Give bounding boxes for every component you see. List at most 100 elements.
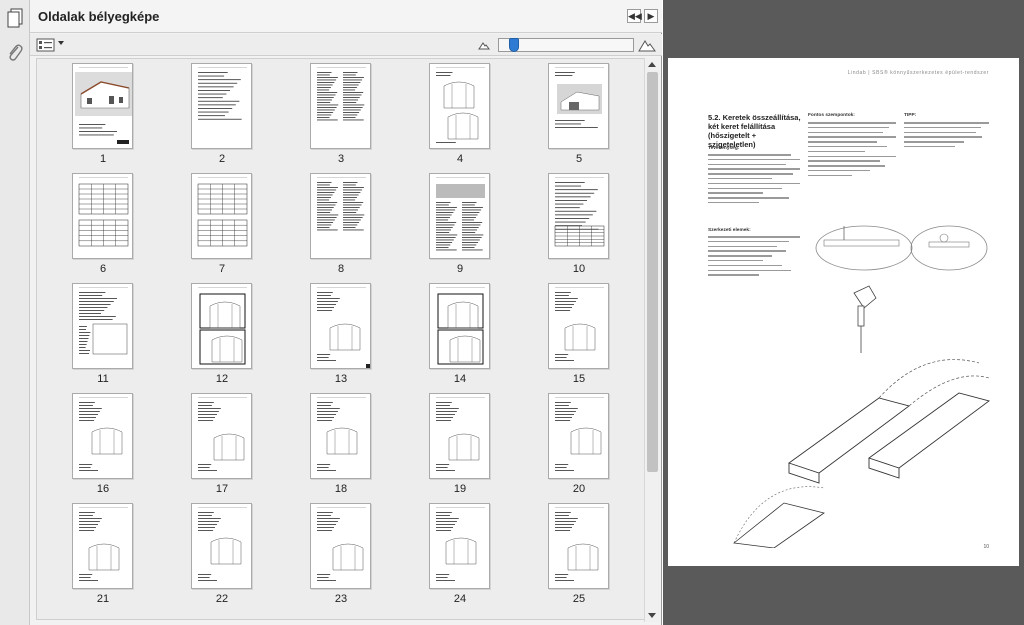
page-thumbnail[interactable]: 1 xyxy=(43,59,163,169)
paperclip-icon[interactable] xyxy=(6,42,24,64)
page-number-label: 3 xyxy=(337,153,345,165)
page-thumbnail[interactable]: 21 xyxy=(43,499,163,609)
document-view[interactable]: Lindab | SBS® könnyűszerkezetes épület-r… xyxy=(663,0,1024,625)
page-thumbnail[interactable]: 24 xyxy=(400,499,520,609)
thumbnail-page-image[interactable] xyxy=(191,173,252,259)
zoom-slider-handle[interactable] xyxy=(509,38,519,52)
panel-title: Oldalak bélyegképe xyxy=(38,9,160,24)
page-thumbnail[interactable]: 25 xyxy=(519,499,639,609)
vertical-scrollbar[interactable] xyxy=(644,58,660,622)
mountain-large-icon[interactable] xyxy=(638,38,656,52)
page-number-label: 24 xyxy=(453,593,467,605)
thumbnail-page-image[interactable] xyxy=(310,173,371,259)
page-thumbnail[interactable]: 11 xyxy=(43,279,163,389)
page-number-label: 21 xyxy=(96,593,110,605)
page-thumbnail[interactable]: 15 xyxy=(519,279,639,389)
page-number-label: 22 xyxy=(215,593,229,605)
thumbnail-page-image[interactable] xyxy=(191,283,252,369)
page-number-label: 25 xyxy=(572,593,586,605)
page-number-label: 17 xyxy=(215,483,229,495)
thumbnail-page-image[interactable] xyxy=(429,503,490,589)
assembly-illustration xyxy=(733,225,991,548)
thumbnail-page-image[interactable] xyxy=(310,63,371,149)
pdf-reader-window: Oldalak bélyegképe ◀◀ ▶ 1 2 3 4 5 6 7 8 … xyxy=(0,0,1024,625)
thumbnail-page-image[interactable] xyxy=(72,173,133,259)
thumbnail-page-image[interactable] xyxy=(72,503,133,589)
page-thumbnail[interactable]: 2 xyxy=(162,59,282,169)
thumbnail-page-image[interactable] xyxy=(191,503,252,589)
page-thumbnail[interactable]: 22 xyxy=(162,499,282,609)
running-head: Lindab | SBS® könnyűszerkezetes épület-r… xyxy=(847,70,989,76)
tip-text xyxy=(904,122,989,151)
tip-subheading: TIPP: xyxy=(904,113,917,118)
thumbnail-page-image[interactable] xyxy=(429,63,490,149)
scroll-up-icon[interactable] xyxy=(648,62,656,67)
expand-panel-button[interactable]: ▶ xyxy=(644,9,658,23)
page-number-label: 19 xyxy=(453,483,467,495)
thumbnail-page-image[interactable] xyxy=(548,63,609,149)
section-heading: 5.2. Keretek összeállítása, két keret fe… xyxy=(708,113,801,149)
thumbnail-options-icon[interactable] xyxy=(36,38,56,52)
thumbnail-page-image[interactable] xyxy=(72,63,133,149)
thumbnail-toolbar xyxy=(30,34,662,56)
page-thumbnail[interactable]: 19 xyxy=(400,389,520,499)
thumbnail-page-image[interactable] xyxy=(548,393,609,479)
notes-subheading: Fontos szempontok: xyxy=(808,113,855,118)
thumbnail-page-image[interactable] xyxy=(548,503,609,589)
thumbnail-page-image[interactable] xyxy=(429,283,490,369)
thumbnail-page-image[interactable] xyxy=(310,283,371,369)
page-number: 10 xyxy=(983,544,989,550)
page-number-label: 1 xyxy=(99,153,107,165)
page-thumbnail[interactable]: 6 xyxy=(43,169,163,279)
thumbnail-page-image[interactable] xyxy=(191,393,252,479)
thumbnail-page-image[interactable] xyxy=(72,283,133,369)
page-number-label: 10 xyxy=(572,263,586,275)
page-number-label: 8 xyxy=(337,263,345,275)
page-thumbnail[interactable]: 10 xyxy=(519,169,639,279)
page-thumbnail[interactable]: 13 xyxy=(281,279,401,389)
page-number-label: 7 xyxy=(218,263,226,275)
page-number-label: 11 xyxy=(97,373,109,385)
thumbnail-scroll-area[interactable]: 1 2 3 4 5 6 7 8 9 10 11 12 13 14 15 16 17 18 19 20 21 22 23 24 2… xyxy=(36,58,645,620)
page-number-label: 13 xyxy=(334,373,348,385)
collapse-panel-button[interactable]: ◀◀ xyxy=(627,9,642,23)
activity-subheading: Tevékenység: xyxy=(708,146,740,151)
page-number-label: 9 xyxy=(456,263,464,275)
page-thumbnail[interactable]: 23 xyxy=(281,499,401,609)
mountain-small-icon[interactable] xyxy=(478,40,490,50)
thumbnail-page-image[interactable] xyxy=(191,63,252,149)
page-number-label: 23 xyxy=(334,593,348,605)
page-thumbnail[interactable]: 16 xyxy=(43,389,163,499)
page-number-label: 15 xyxy=(572,373,586,385)
page-thumbnail[interactable]: 7 xyxy=(162,169,282,279)
page-number-label: 14 xyxy=(453,373,467,385)
thumbnail-zoom-slider[interactable] xyxy=(498,38,634,52)
page-thumbnail[interactable]: 8 xyxy=(281,169,401,279)
document-page: Lindab | SBS® könnyűszerkezetes épület-r… xyxy=(668,58,1019,566)
page-thumbnails-icon[interactable] xyxy=(7,8,23,28)
page-number-label: 12 xyxy=(215,373,229,385)
page-number-label: 20 xyxy=(572,483,586,495)
page-thumbnail[interactable]: 3 xyxy=(281,59,401,169)
thumbnail-page-image[interactable] xyxy=(429,393,490,479)
scrollbar-thumb[interactable] xyxy=(647,72,658,472)
thumbnails-panel: Oldalak bélyegképe ◀◀ ▶ 1 2 3 4 5 6 7 8 … xyxy=(30,0,662,625)
thumbnail-page-image[interactable] xyxy=(72,393,133,479)
navigation-rail xyxy=(0,0,30,625)
page-thumbnail[interactable]: 12 xyxy=(162,279,282,389)
page-thumbnail[interactable]: 18 xyxy=(281,389,401,499)
page-thumbnail[interactable]: 9 xyxy=(400,169,520,279)
thumbnail-page-image[interactable] xyxy=(310,393,371,479)
page-thumbnail[interactable]: 20 xyxy=(519,389,639,499)
page-thumbnail[interactable]: 14 xyxy=(400,279,520,389)
thumbnail-page-image[interactable] xyxy=(548,283,609,369)
thumbnail-page-image[interactable] xyxy=(429,173,490,259)
scroll-down-icon[interactable] xyxy=(648,613,656,618)
activity-text xyxy=(708,154,800,207)
page-thumbnail[interactable]: 4 xyxy=(400,59,520,169)
chevron-down-icon[interactable] xyxy=(58,41,64,45)
thumbnail-page-image[interactable] xyxy=(310,503,371,589)
thumbnail-page-image[interactable] xyxy=(548,173,609,259)
page-thumbnail[interactable]: 5 xyxy=(519,59,639,169)
page-thumbnail[interactable]: 17 xyxy=(162,389,282,499)
